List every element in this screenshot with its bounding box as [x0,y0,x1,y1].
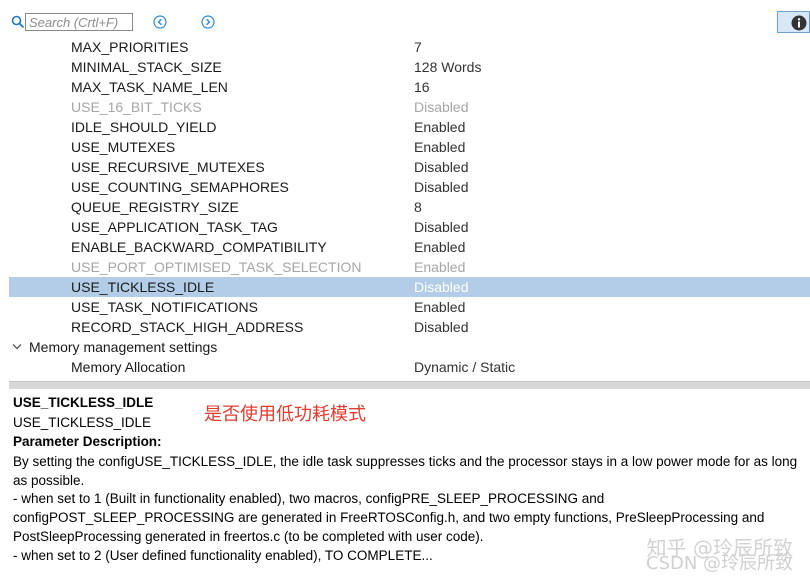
param-row[interactable]: MAX_PRIORITIES 7 [9,37,810,57]
param-value[interactable]: Enabled [414,117,465,137]
toolbar [0,0,810,38]
param-name: MAX_PRIORITIES [71,39,189,55]
param-row[interactable]: MINIMAL_STACK_SIZE 128 Words [9,57,810,77]
param-row[interactable]: USE_TICKLESS_IDLE Disabled [9,277,810,297]
forward-icon[interactable] [201,15,215,29]
group-label: Memory management settings [29,339,218,355]
param-row[interactable]: IDLE_SHOULD_YIELD Enabled [9,117,810,137]
description-paragraph-1: By setting the configUSE_TICKLESS_IDLE, … [13,454,798,488]
param-value[interactable]: 8 [414,197,422,217]
param-name: USE_PORT_OPTIMISED_TASK_SELECTION [71,259,362,275]
param-row[interactable]: USE_PORT_OPTIMISED_TASK_SELECTION Enabled [9,257,810,277]
param-value[interactable]: Enabled [414,237,465,257]
param-name: USE_MUTEXES [71,139,176,155]
param-row[interactable]: RECORD_STACK_HIGH_ADDRESS Disabled [9,317,810,337]
description-heading: Parameter Description: [13,434,162,449]
param-name: USE_TASK_NOTIFICATIONS [71,299,258,315]
param-name: QUEUE_REGISTRY_SIZE [71,199,239,215]
description-parameter-name: USE_TICKLESS_IDLE [13,415,152,430]
param-row[interactable]: ENABLE_BACKWARD_COMPATIBILITY Enabled [9,237,810,257]
description-title: USE_TICKLESS_IDLE [13,395,154,410]
info-icon [791,15,807,31]
param-name: ENABLE_BACKWARD_COMPATIBILITY [71,239,327,255]
param-row[interactable]: Memory Allocation Dynamic / Static [9,357,810,377]
param-name: USE_TICKLESS_IDLE [71,279,215,295]
param-value[interactable]: Disabled [414,97,468,117]
param-value[interactable]: Enabled [414,297,465,317]
param-value[interactable]: 16 [414,77,430,97]
watermark-csdn: CSDN @玲辰所致 [646,553,794,574]
param-row[interactable]: USE_16_BIT_TICKS Disabled [9,97,810,117]
param-value[interactable]: Disabled [414,317,468,337]
param-name: USE_COUNTING_SEMAPHORES [71,179,289,195]
param-row[interactable]: QUEUE_REGISTRY_SIZE 8 [9,197,810,217]
param-row[interactable]: USE_COUNTING_SEMAPHORES Disabled [9,177,810,197]
param-row[interactable]: USE_APPLICATION_TASK_TAG Disabled [9,217,810,237]
param-name: USE_16_BIT_TICKS [71,99,202,115]
param-value[interactable]: Enabled [414,137,465,157]
param-name: USE_APPLICATION_TASK_TAG [71,219,278,235]
param-value[interactable]: Disabled [414,177,468,197]
info-button[interactable] [777,11,810,33]
param-row[interactable]: MAX_TASK_NAME_LEN 16 [9,77,810,97]
param-name: RECORD_STACK_HIGH_ADDRESS [71,319,304,335]
chevron-down-icon[interactable] [12,343,22,351]
param-value[interactable]: 7 [414,37,422,57]
back-icon[interactable] [153,15,167,29]
param-name: IDLE_SHOULD_YIELD [71,119,217,135]
search-input[interactable] [25,13,133,31]
param-name: Memory Allocation [71,359,186,375]
param-row[interactable]: USE_TASK_NOTIFICATIONS Enabled [9,297,810,317]
param-value[interactable]: Disabled [414,157,468,177]
param-value[interactable]: Disabled [414,217,468,237]
param-value[interactable]: Disabled [414,277,468,297]
param-name: MAX_TASK_NAME_LEN [71,79,228,95]
search-icon [11,15,25,29]
parameter-tree: MAX_PRIORITIES 7 MINIMAL_STACK_SIZE 128 Wor… [9,37,810,379]
group-memory-management[interactable]: Memory management settings [9,337,810,357]
param-row[interactable]: USE_MUTEXES Enabled [9,137,810,157]
param-name: MINIMAL_STACK_SIZE [71,59,222,75]
param-value[interactable]: Enabled [414,257,465,277]
param-row[interactable]: USE_RECURSIVE_MUTEXES Disabled [9,157,810,177]
panel-splitter[interactable] [9,381,810,389]
param-value[interactable]: Dynamic / Static [414,357,515,377]
param-value[interactable]: 128 Words [414,57,481,77]
annotation-note: 是否使用低功耗模式 [204,404,366,425]
param-name: USE_RECURSIVE_MUTEXES [71,159,265,175]
